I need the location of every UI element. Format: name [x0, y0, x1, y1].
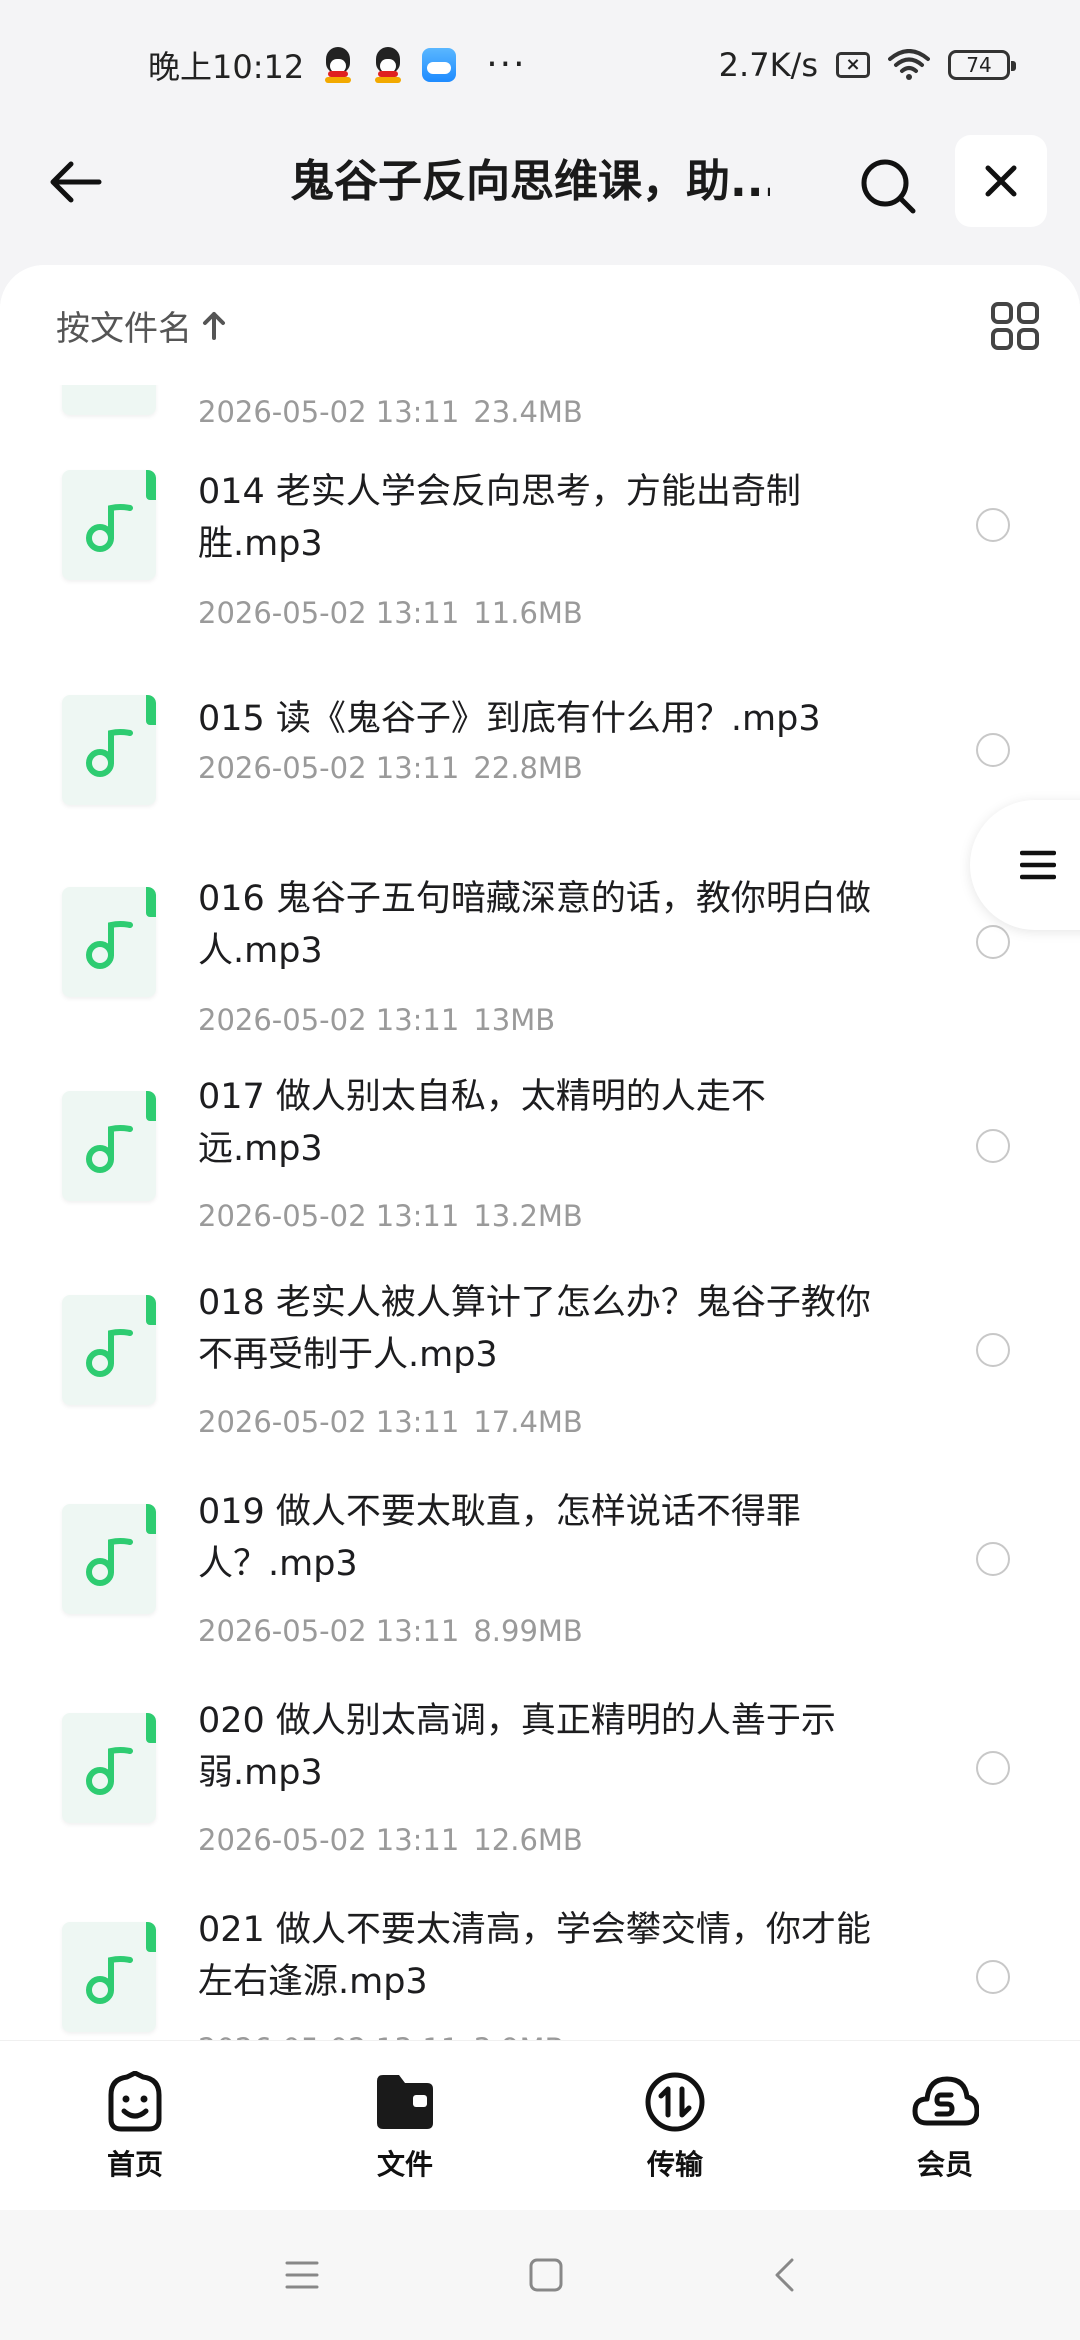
- list-item[interactable]: 017 做人别太自私，太精明的人走不远.mp3 2026-05-02 13:11…: [0, 1077, 1080, 1281]
- tab-home[interactable]: 首页: [0, 2041, 270, 2211]
- file-meta: 2026-05-02 13:11 17.4MB: [198, 1405, 583, 1439]
- list-item[interactable]: 020 做人别太高调，真正精明的人善于示弱.mp3 2026-05-02 13:…: [0, 1701, 1080, 1903]
- audio-file-icon: [62, 1922, 156, 2032]
- tab-member[interactable]: 会员: [810, 2041, 1080, 2211]
- arrow-up-icon[interactable]: [202, 310, 226, 340]
- list-item[interactable]: 015 读《鬼谷子》到底有什么用？.mp3 2026-05-02 13:11 22…: [0, 695, 1080, 835]
- sort-bar: 按文件名: [0, 265, 1080, 385]
- file-name: 016 鬼谷子五句暗藏深意的话，教你明白做人.mp3: [198, 879, 871, 971]
- menu-icon: [1020, 850, 1056, 880]
- file-meta: 2026-05-02 13:11 13.2MB: [198, 1199, 583, 1233]
- select-radio[interactable]: [976, 733, 1010, 767]
- more-notifications-icon: ···: [486, 44, 527, 85]
- tab-transfer[interactable]: 传输: [540, 2041, 810, 2211]
- home-square-icon[interactable]: [529, 2258, 563, 2292]
- list-item[interactable]: 021 做人不要太清高，学会攀交情，你才能左右逢源.mp3 2026-05-02…: [0, 1910, 1080, 2040]
- transfer-icon: [645, 2072, 705, 2132]
- file-name: 014 老实人学会反向思考，方能出奇制胜.mp3: [198, 472, 801, 564]
- select-radio[interactable]: [976, 1542, 1010, 1576]
- audio-file-icon: [62, 470, 156, 580]
- status-right: 2.7K/s × 74: [718, 46, 1016, 84]
- grid-view-icon[interactable]: [990, 301, 1040, 351]
- file-list[interactable]: 2026-05-02 13:11 23.4MB 014 老实人学会反向思考，方能出…: [0, 265, 1080, 2040]
- list-item[interactable]: 019 做人不要太耿直，怎样说话不得罪人？.mp3 2026-05-02 13:…: [0, 1492, 1080, 1694]
- select-radio[interactable]: [976, 1751, 1010, 1785]
- file-meta: 2026-05-02 13:113.9MB: [198, 2032, 564, 2040]
- audio-file-icon: [62, 1295, 156, 1405]
- search-icon: [861, 159, 916, 214]
- file-meta: 2026-05-02 13:11 23.4MB: [198, 395, 583, 429]
- recents-menu-icon[interactable]: [285, 2260, 319, 2290]
- file-meta: 2026-05-02 13:11 22.8MB: [198, 751, 583, 785]
- select-radio[interactable]: [976, 508, 1010, 542]
- list-item[interactable]: 014 老实人学会反向思考，方能出奇制胜.mp3 2026-05-02 13:1…: [0, 470, 1080, 655]
- file-meta: 2026-05-02 13:11 12.6MB: [198, 1823, 583, 1857]
- file-list-panel: 2026-05-02 13:11 23.4MB 014 老实人学会反向思考，方能出…: [0, 265, 1080, 2040]
- search-button[interactable]: [852, 150, 924, 222]
- status-bar: 晚上10:12 ··· 2.7K/s × 74: [0, 0, 1080, 130]
- status-left: 晚上10:12 ···: [148, 42, 527, 88]
- header: 鬼谷子反向思维课，助...: [0, 130, 1080, 234]
- list-item[interactable]: 018 老实人被人算计了怎么办？鬼谷子教你不再受制于人.mp3 2026-05-…: [0, 1283, 1080, 1485]
- net-speed: 2.7K/s: [718, 46, 818, 84]
- tab-member-label: 会员: [916, 2148, 973, 2181]
- back-chevron-icon[interactable]: [773, 2257, 795, 2293]
- file-meta: 2026-05-02 13:11 8.99MB: [198, 1614, 583, 1648]
- file-meta: 2026-05-02 13:11 13MB: [198, 1003, 556, 1037]
- file-name: 019 做人不要太耿直，怎样说话不得罪人？.mp3: [198, 1492, 801, 1584]
- battery-indicator: 74: [948, 50, 1016, 80]
- audio-file-icon: [62, 695, 156, 805]
- audio-file-icon: [62, 1504, 156, 1614]
- file-name: 017 做人别太自私，太精明的人走不远.mp3: [198, 1077, 766, 1169]
- page-title: 鬼谷子反向思维课，助...: [290, 156, 770, 207]
- file-meta: 2026-05-02 13:11 11.6MB: [198, 596, 583, 630]
- audio-file-icon: [62, 1091, 156, 1201]
- file-name: 015 读《鬼谷子》到底有什么用？.mp3: [198, 699, 821, 739]
- cloud-app-icon: [422, 48, 457, 82]
- sort-by-filename-button[interactable]: 按文件名: [56, 301, 192, 350]
- close-button[interactable]: [955, 135, 1047, 227]
- arrow-left-icon: [50, 161, 102, 203]
- wifi-icon: [888, 49, 930, 80]
- tab-home-label: 首页: [106, 2148, 163, 2181]
- file-name: 018 老实人被人算计了怎么办？鬼谷子教你不再受制于人.mp3: [198, 1283, 871, 1375]
- tab-files-label: 文件: [376, 2148, 433, 2181]
- select-radio[interactable]: [976, 1960, 1010, 1994]
- select-radio[interactable]: [976, 1333, 1010, 1367]
- cloud-member-icon: [912, 2076, 979, 2126]
- close-icon: [985, 165, 1017, 197]
- qq-icon: [372, 47, 404, 83]
- status-time: 晚上10:12: [148, 48, 305, 86]
- folder-icon: [377, 2075, 433, 2129]
- qq-icon: [322, 47, 354, 83]
- no-sim-icon: ×: [836, 52, 870, 78]
- file-name: 020 做人别太高调，真正精明的人善于示弱.mp3: [198, 1701, 836, 1793]
- select-radio[interactable]: [976, 1129, 1010, 1163]
- select-radio[interactable]: [976, 925, 1010, 959]
- system-navigation-bar: [0, 2210, 1080, 2340]
- back-button[interactable]: [40, 152, 110, 212]
- tab-transfer-label: 传输: [646, 2148, 703, 2181]
- list-item[interactable]: 016 鬼谷子五句暗藏深意的话，教你明白做人.mp3 2026-05-02 13…: [0, 879, 1080, 1077]
- tab-files[interactable]: 文件: [270, 2041, 540, 2211]
- file-name: 021 做人不要太清高，学会攀交情，你才能左右逢源.mp3: [198, 1910, 871, 2002]
- audio-file-icon: [62, 887, 156, 997]
- bottom-nav: 首页 文件 传输 会员: [0, 2040, 1080, 2210]
- smiley-home-icon: [108, 2071, 162, 2132]
- audio-file-icon: [62, 1713, 156, 1823]
